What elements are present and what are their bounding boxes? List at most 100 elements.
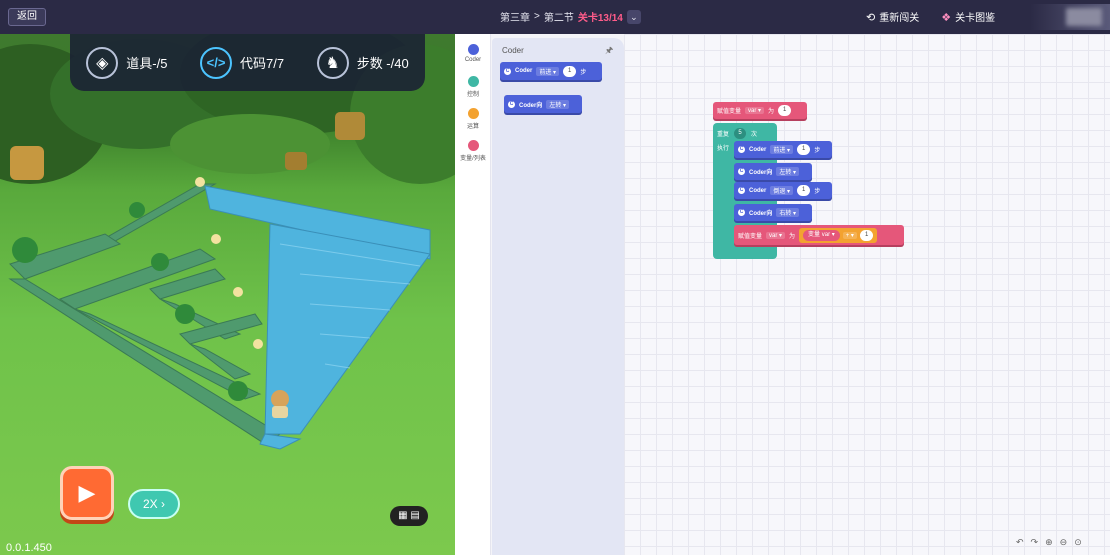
direction-dropdown[interactable]: 前进 ▾ [536, 66, 560, 76]
block-categories: Coder 控制 运算 变量/列表 [455, 34, 491, 555]
value-input[interactable]: 1 [859, 229, 874, 241]
block-prefix: Coder向 [519, 102, 543, 109]
code-label: 代码7/7 [240, 56, 285, 71]
items-label: 道具-/5 [126, 56, 168, 71]
category-label: 控制 [466, 92, 479, 98]
block-label: 赋值变量 [717, 109, 742, 115]
move-backward-block[interactable]: C Coder 倒退 ▾ 1 步 [734, 182, 832, 199]
redo-icon[interactable]: ↷ [1031, 537, 1039, 548]
steps-counter: ♞ 步数 -/40 [316, 46, 409, 79]
steps-label: 步数 -/40 [356, 56, 409, 71]
block-label: 赋值变量 [738, 233, 763, 240]
block-label: 为 [789, 233, 796, 240]
category-label: 变量/列表 [460, 156, 486, 162]
workspace-controls: ↶ ↷ ⊕ ⊖ ⊙ [1016, 537, 1082, 548]
breadcrumb-section: 第二节 [543, 13, 574, 24]
coder-icon: C [738, 168, 745, 175]
direction-dropdown[interactable]: 左转 ▾ [546, 99, 570, 109]
user-avatar-area[interactable] [1030, 4, 1110, 30]
play-icon: ▶ [78, 480, 96, 505]
variable-dropdown[interactable]: var ▾ [766, 231, 786, 239]
gallery-label: 关卡图鉴 [955, 13, 996, 24]
zoom-out-icon[interactable]: ⊖ [1060, 537, 1068, 548]
category-coder[interactable]: Coder [455, 44, 491, 63]
game-viewport: ◈ 道具-/5 </> 代码7/7 ♞ 步数 -/40 ▶ 2X › ▦ ▤ 0… [0, 34, 455, 555]
gallery-icon: ❖ [941, 12, 952, 24]
direction-dropdown[interactable]: 前进 ▾ [770, 145, 794, 154]
direction-dropdown[interactable]: 右转 ▾ [776, 208, 800, 217]
flyout-title: Coder [502, 46, 524, 55]
variable-reporter[interactable]: 变量 var ▾ [803, 229, 840, 241]
operator-dropdown[interactable]: + ▾ [842, 231, 857, 239]
coder-icon: C [738, 187, 745, 194]
gallery-button[interactable]: ❖ 关卡图鉴 [941, 9, 995, 24]
unit-label: 步 [814, 148, 821, 154]
block-prefix: Coder [749, 146, 767, 153]
unit-label: 步 [580, 69, 587, 76]
coder-icon: C [508, 100, 515, 108]
direction-dropdown[interactable]: 左转 ▾ [776, 167, 800, 176]
undo-icon[interactable]: ↶ [1016, 537, 1024, 548]
set-variable-block[interactable]: 赋值变量 var ▾ 为 1 [713, 102, 807, 119]
game-hud: ◈ 道具-/5 </> 代码7/7 ♞ 步数 -/40 [70, 34, 425, 91]
variable-reporter-label: 变量 [808, 231, 821, 238]
turn-left-block[interactable]: C Coder向 左转 ▾ [734, 163, 812, 180]
breadcrumb: 第三章 > 第二节 关卡13/14 ⌄ [500, 9, 641, 24]
back-button[interactable]: 返回 [8, 8, 46, 26]
addition-operator-block[interactable]: 变量 var ▾ + ▾ 1 [799, 227, 878, 243]
avatar [1066, 8, 1102, 26]
pin-icon[interactable]: 🖈 [605, 43, 613, 59]
speed-button[interactable]: 2X › [128, 489, 180, 519]
breadcrumb-separator: > [534, 11, 540, 22]
footprint-icon: ♞ [316, 46, 349, 79]
gem-icon: ◈ [86, 46, 119, 79]
top-bar: 返回 第三章 > 第二节 关卡13/14 ⌄ ⟲ 重新闯关 ❖ 关卡图鉴 [0, 0, 1110, 34]
block-flyout: Coder 🖈 C Coder 前进 ▾ 1 步 C Coder向 左转 ▾ [492, 38, 624, 555]
turn-right-block[interactable]: C Coder向 右转 ▾ [734, 204, 812, 221]
category-dot-icon [467, 108, 479, 119]
category-dot-icon [467, 76, 479, 87]
view-toggle-button[interactable]: ▦ ▤ [390, 506, 428, 526]
category-operators[interactable]: 运算 [455, 108, 491, 130]
category-dot-icon [467, 140, 479, 151]
value-input[interactable]: 1 [778, 105, 792, 116]
category-control[interactable]: 控制 [455, 76, 491, 98]
unit-label: 步 [814, 189, 821, 195]
block-label: 为 [768, 109, 775, 115]
execute-label: 执行 [717, 146, 730, 152]
repeat-count-input[interactable]: 5 [734, 128, 747, 139]
refresh-icon: ⟲ [866, 12, 876, 24]
play-button[interactable]: ▶ [60, 466, 114, 520]
direction-dropdown[interactable]: 倒退 ▾ [770, 186, 794, 195]
zoom-in-icon[interactable]: ⊕ [1045, 537, 1053, 548]
repeat-label: 重复 [717, 132, 730, 138]
category-variables[interactable]: 变量/列表 [455, 140, 491, 162]
category-label: 运算 [466, 124, 479, 130]
block-prefix: Coder [749, 187, 767, 194]
chevron-down-icon[interactable]: ⌄ [626, 9, 641, 24]
palette-block-turn[interactable]: C Coder向 左转 ▾ [504, 95, 582, 113]
version-label: 0.0.1.450 [6, 542, 52, 554]
block-prefix: Coder向 [749, 211, 773, 217]
restart-button[interactable]: ⟲ 重新闯关 [866, 9, 919, 24]
items-counter: ◈ 道具-/5 [86, 46, 168, 79]
code-counter: </> 代码7/7 [200, 46, 285, 79]
block-prefix: Coder [515, 68, 533, 74]
step-value[interactable]: 1 [797, 185, 811, 196]
variable-reporter-name: var ▾ [821, 231, 835, 238]
category-label: Coder [464, 57, 482, 63]
inner-set-variable-block[interactable]: 赋值变量 var ▾ 为 变量 var ▾ + ▾ 1 [734, 225, 904, 245]
code-icon: </> [200, 46, 233, 79]
coder-icon: C [738, 146, 745, 153]
category-dot-icon [467, 44, 479, 55]
move-forward-block[interactable]: C Coder 前进 ▾ 1 步 [734, 141, 832, 158]
step-value[interactable]: 1 [563, 65, 577, 77]
block-prefix: Coder向 [749, 170, 773, 176]
step-value[interactable]: 1 [797, 144, 811, 155]
variable-dropdown[interactable]: var ▾ [745, 107, 765, 114]
grid-icon: ▦ ▤ [398, 510, 420, 521]
level-indicator: 关卡13/14 [577, 13, 623, 24]
code-workspace[interactable] [624, 34, 1110, 555]
palette-block-move[interactable]: C Coder 前进 ▾ 1 步 [500, 62, 602, 80]
recenter-icon[interactable]: ⊙ [1074, 537, 1082, 548]
